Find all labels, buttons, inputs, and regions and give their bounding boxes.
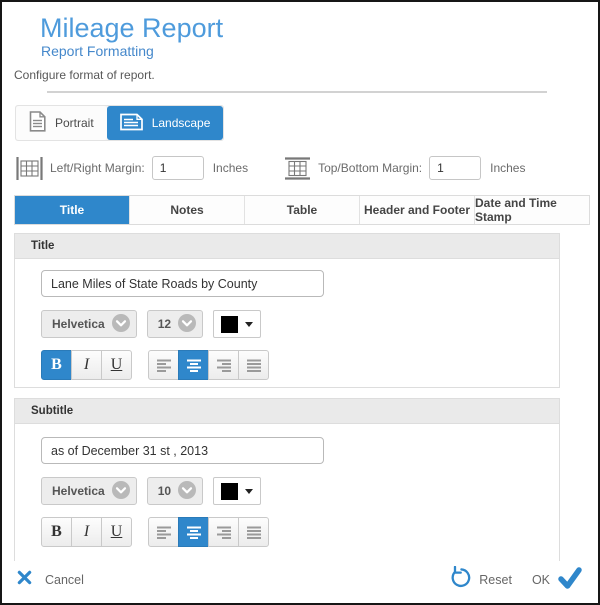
subtitle-color-swatch bbox=[221, 483, 238, 500]
subtitle-section: Subtitle Helvetica 10 bbox=[14, 398, 560, 563]
subtitle-text-input[interactable] bbox=[41, 437, 324, 464]
subtitle-section-header: Subtitle bbox=[15, 399, 559, 424]
title-color-swatch bbox=[221, 316, 238, 333]
left-right-margin-icon bbox=[16, 157, 43, 180]
title-font-size-dropdown[interactable]: 12 bbox=[147, 310, 203, 338]
title-font-row: Helvetica 12 bbox=[41, 310, 559, 338]
title-alignment-group bbox=[148, 350, 269, 380]
x-icon bbox=[17, 570, 32, 590]
chevron-down-circle-icon bbox=[178, 481, 196, 502]
tab-notes[interactable]: Notes bbox=[129, 196, 244, 224]
format-tabs: Title Notes Table Header and Footer Date… bbox=[14, 195, 590, 225]
ok-label: OK bbox=[532, 573, 550, 587]
checkmark-icon bbox=[557, 566, 583, 595]
subtitle-align-left-button[interactable] bbox=[148, 517, 179, 547]
subtitle-align-right-button[interactable] bbox=[208, 517, 239, 547]
cancel-label: Cancel bbox=[45, 573, 84, 587]
top-bottom-margin-input[interactable] bbox=[429, 156, 481, 180]
title-section-header: Title bbox=[15, 234, 559, 259]
subtitle-font-row: Helvetica 10 bbox=[41, 477, 559, 505]
title-text-style-group: B I U bbox=[41, 350, 132, 380]
footer-actions: Reset OK bbox=[448, 566, 583, 595]
top-bottom-margin-label: Top/Bottom Margin: bbox=[318, 161, 422, 175]
title-font-color-dropdown[interactable] bbox=[213, 310, 261, 338]
subtitle-italic-button[interactable]: I bbox=[71, 517, 102, 547]
page-title: Mileage Report bbox=[40, 14, 586, 42]
title-font-family-value: Helvetica bbox=[52, 317, 105, 331]
margins-row: Left/Right Margin: Inches Top/Bottom Mar… bbox=[16, 156, 586, 180]
title-font-size-value: 12 bbox=[158, 317, 171, 331]
reset-button[interactable]: Reset bbox=[448, 566, 512, 594]
subtitle-section-body: Helvetica 10 bbox=[15, 424, 559, 547]
page-subtitle: Report Formatting bbox=[41, 43, 586, 59]
title-font-family-dropdown[interactable]: Helvetica bbox=[41, 310, 137, 338]
subtitle-font-size-value: 10 bbox=[158, 484, 171, 498]
reset-label: Reset bbox=[479, 573, 512, 587]
subtitle-align-justify-button[interactable] bbox=[238, 517, 269, 547]
subtitle-font-color-dropdown[interactable] bbox=[213, 477, 261, 505]
landscape-document-icon bbox=[120, 113, 143, 134]
subtitle-font-family-dropdown[interactable]: Helvetica bbox=[41, 477, 137, 505]
subtitle-alignment-group bbox=[148, 517, 269, 547]
dialog-footer: Cancel Reset OK bbox=[2, 561, 598, 603]
title-align-left-button[interactable] bbox=[148, 350, 179, 380]
subtitle-underline-button[interactable]: U bbox=[101, 517, 132, 547]
top-bottom-margin-icon bbox=[284, 157, 311, 180]
cancel-button[interactable]: Cancel bbox=[17, 570, 84, 590]
title-section-body: Helvetica 12 bbox=[15, 259, 559, 380]
tab-header-and-footer[interactable]: Header and Footer bbox=[359, 196, 474, 224]
title-bold-button[interactable]: B bbox=[41, 350, 72, 380]
chevron-down-circle-icon bbox=[112, 314, 130, 335]
circular-arrow-icon bbox=[448, 566, 471, 594]
subtitle-font-family-value: Helvetica bbox=[52, 484, 105, 498]
subtitle-align-center-button[interactable] bbox=[178, 517, 209, 547]
left-right-margin-input[interactable] bbox=[152, 156, 204, 180]
page-description: Configure format of report. bbox=[14, 68, 586, 82]
subtitle-text-style-group: B I U bbox=[41, 517, 132, 547]
title-section: Title Helvetica 12 bbox=[14, 233, 560, 388]
title-align-center-button[interactable] bbox=[178, 350, 209, 380]
title-align-justify-button[interactable] bbox=[238, 350, 269, 380]
title-underline-button[interactable]: U bbox=[101, 350, 132, 380]
left-right-margin-unit: Inches bbox=[213, 161, 248, 175]
subtitle-bold-button[interactable]: B bbox=[41, 517, 72, 547]
subtitle-font-size-dropdown[interactable]: 10 bbox=[147, 477, 203, 505]
landscape-button[interactable]: Landscape bbox=[107, 106, 224, 140]
caret-down-icon bbox=[245, 322, 253, 327]
caret-down-icon bbox=[245, 489, 253, 494]
orientation-toggle-group: Portrait Landscape bbox=[15, 105, 224, 141]
chevron-down-circle-icon bbox=[178, 314, 196, 335]
portrait-document-icon bbox=[29, 111, 46, 135]
top-bottom-margin-unit: Inches bbox=[490, 161, 525, 175]
title-align-right-button[interactable] bbox=[208, 350, 239, 380]
title-text-input[interactable] bbox=[41, 270, 324, 297]
tab-date-and-time-stamp[interactable]: Date and Time Stamp bbox=[474, 196, 589, 224]
tab-table[interactable]: Table bbox=[244, 196, 359, 224]
tab-title[interactable]: Title bbox=[15, 196, 129, 224]
portrait-label: Portrait bbox=[55, 116, 94, 130]
subtitle-style-row: B I U bbox=[41, 517, 559, 547]
title-style-row: B I U bbox=[41, 350, 559, 380]
mileage-report-dialog: Mileage Report Report Formatting Configu… bbox=[0, 0, 600, 605]
header-divider bbox=[47, 91, 547, 93]
left-right-margin-label: Left/Right Margin: bbox=[50, 161, 145, 175]
ok-button[interactable]: OK bbox=[532, 566, 583, 595]
title-italic-button[interactable]: I bbox=[71, 350, 102, 380]
landscape-label: Landscape bbox=[152, 116, 211, 130]
chevron-down-circle-icon bbox=[112, 481, 130, 502]
portrait-button[interactable]: Portrait bbox=[16, 106, 107, 140]
